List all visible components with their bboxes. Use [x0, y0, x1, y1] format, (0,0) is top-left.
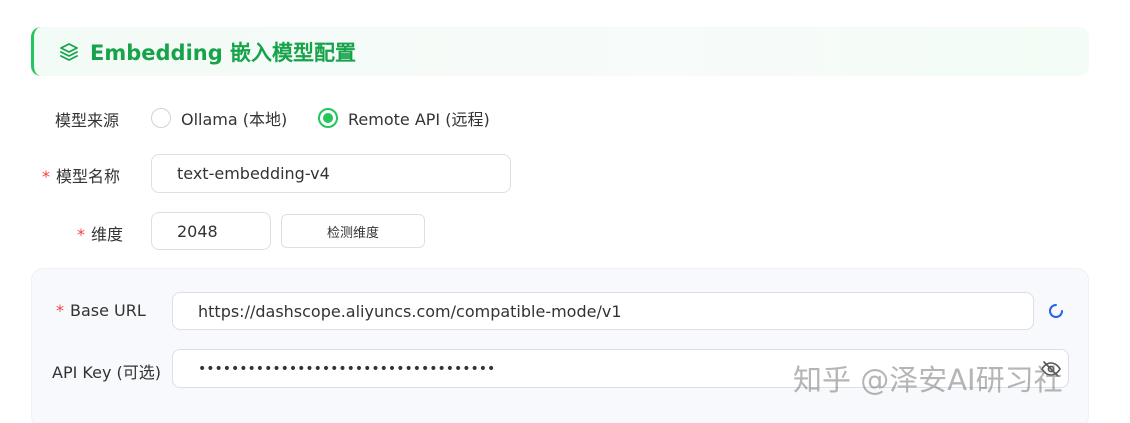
- api-key-value: ••••••••••••••••••••••••••••••••••••: [198, 360, 496, 377]
- base-url-label: * Base URL: [56, 301, 146, 320]
- dimension-input[interactable]: 2048: [151, 212, 271, 250]
- dimension-label: * 维度: [77, 221, 123, 245]
- required-mark: *: [77, 225, 85, 244]
- radio-remote-api[interactable]: Remote API (远程): [318, 106, 490, 130]
- base-url-value: https://dashscope.aliyuncs.com/compatibl…: [198, 301, 622, 321]
- detect-dimension-button[interactable]: 检测维度: [281, 214, 425, 248]
- section-header: Embedding 嵌入模型配置: [31, 27, 1089, 76]
- required-mark: *: [42, 167, 50, 186]
- section-title: Embedding 嵌入模型配置: [90, 40, 357, 65]
- watermark: 知乎 @泽安AI研习社: [793, 363, 1063, 397]
- radio-remote-api-label: Remote API (远程): [348, 110, 490, 129]
- radio-circle[interactable]: [151, 108, 171, 128]
- radio-circle-checked[interactable]: [318, 108, 338, 128]
- radio-ollama-label: Ollama (本地): [181, 110, 288, 129]
- layers-icon: [58, 41, 80, 63]
- base-url-input[interactable]: https://dashscope.aliyuncs.com/compatibl…: [172, 292, 1034, 330]
- dimension-label-text: 维度: [91, 225, 124, 244]
- required-mark: *: [56, 301, 64, 320]
- base-url-label-text: Base URL: [70, 301, 146, 320]
- api-key-label: API Key (可选): [52, 363, 161, 382]
- model-source-label: 模型来源: [55, 111, 120, 130]
- model-name-label: * 模型名称: [42, 163, 120, 187]
- model-name-value: text-embedding-v4: [177, 164, 330, 183]
- model-name-input[interactable]: text-embedding-v4: [151, 154, 511, 193]
- refresh-icon[interactable]: [1046, 301, 1066, 321]
- model-name-label-text: 模型名称: [56, 167, 121, 186]
- radio-ollama[interactable]: Ollama (本地): [151, 106, 287, 130]
- dimension-value: 2048: [177, 221, 218, 241]
